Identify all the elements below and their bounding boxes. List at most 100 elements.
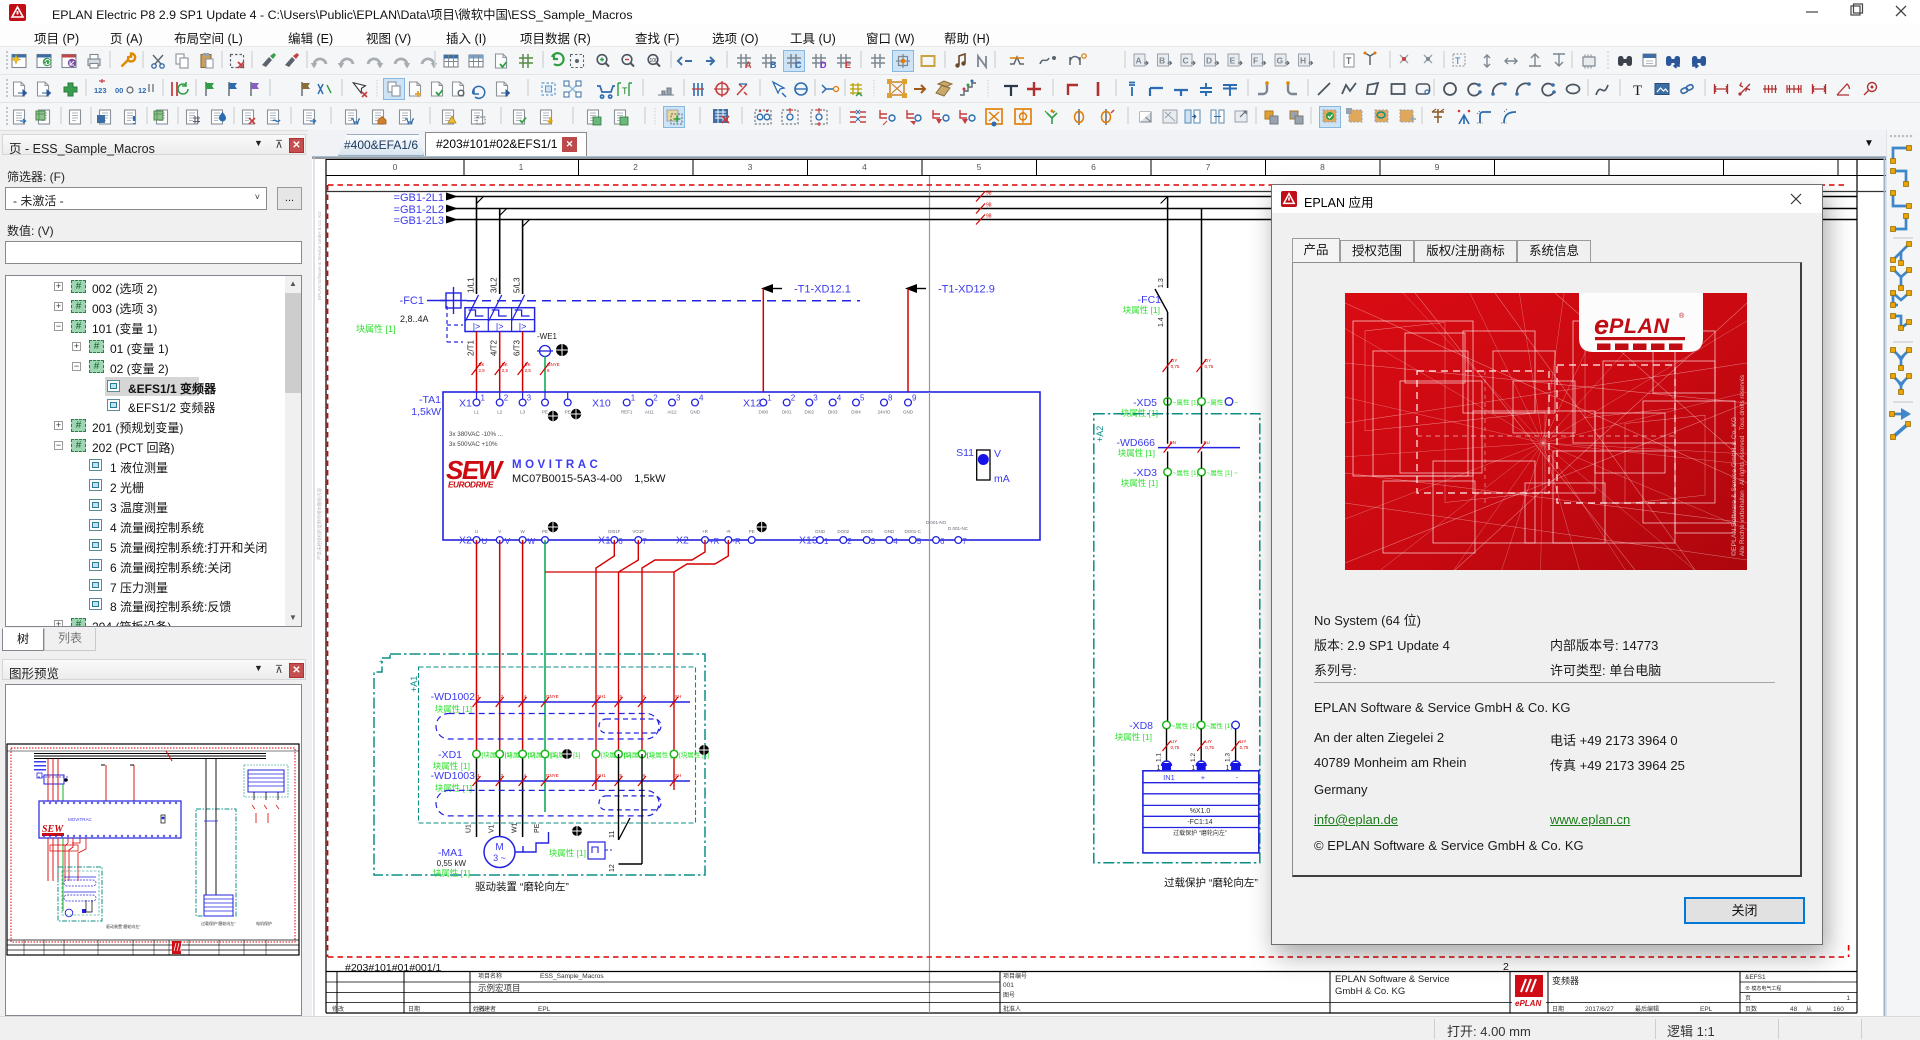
svg-text:24VIO: 24VIO	[878, 410, 891, 415]
svg-text:PE: PE	[749, 529, 755, 534]
svg-text:6: 6	[1091, 162, 1096, 172]
svg-text:+A2: +A2	[1095, 426, 1105, 442]
svg-text:项目编号: 项目编号	[1003, 972, 1027, 980]
svg-text:-R: -R	[726, 529, 731, 534]
svg-text:变频器: 变频器	[1552, 975, 1579, 986]
svg-text:S11: S11	[956, 447, 974, 459]
svg-text:C: C	[1183, 56, 1189, 66]
svg-text:0,75: 0,75	[1205, 745, 1214, 750]
svg-text:EPLAN Software & Service GmbH: EPLAN Software & Service GmbH & Co. KG	[317, 211, 322, 300]
svg-text:X12: X12	[743, 398, 762, 410]
svg-text:D 001-NC: D 001-NC	[948, 526, 969, 531]
svg-text:0,75: 0,75	[1240, 745, 1249, 750]
svg-text:示例宏项目: 示例宏项目	[478, 983, 521, 993]
svg-text:-FC1:14: -FC1:14	[1187, 819, 1212, 826]
svg-text:M: M	[495, 842, 503, 853]
svg-text:5/L3: 5/L3	[513, 277, 522, 293]
svg-text:-T1-XD12.1: -T1-XD12.1	[794, 284, 851, 296]
svg-text:2017/6/27: 2017/6/27	[1585, 1006, 1614, 1013]
svg-text:-XD1: -XD1	[438, 749, 462, 761]
svg-text:图号: 图号	[1003, 992, 1015, 999]
svg-text:块属性 [1]: 块属性 [1]	[435, 704, 472, 714]
svg-text:DO02: DO02	[837, 529, 849, 534]
svg-text:1.2: 1.2	[1190, 753, 1197, 762]
svg-text:3x 500VAC +10%: 3x 500VAC +10%	[449, 441, 498, 448]
svg-text:00: 00	[115, 86, 123, 95]
svg-text:0,75: 0,75	[1171, 745, 1180, 750]
svg-text:2,5: 2,5	[479, 368, 486, 373]
svg-text:6: 6	[940, 537, 945, 546]
svg-text:0,75: 0,75	[1205, 364, 1214, 369]
svg-text:5: 5	[860, 394, 865, 403]
svg-text:48: 48	[1790, 1006, 1798, 1013]
svg-text:A: A	[745, 60, 752, 70]
svg-text:SH1: SH1	[597, 773, 606, 778]
svg-text:块属性 [1]: 块属性 [1]	[1121, 478, 1158, 488]
svg-text:6: 6	[547, 368, 550, 373]
svg-text:1: 1	[767, 394, 772, 403]
svg-text:创建者: 创建者	[478, 1005, 496, 1013]
svg-text:V: V	[994, 448, 1001, 460]
svg-text:1: 1	[481, 394, 486, 403]
svg-text:U: U	[482, 537, 488, 546]
svg-text:EPL: EPL	[1700, 1006, 1713, 1013]
svg-text:5: 5	[977, 162, 982, 172]
svg-text:D: D	[1206, 56, 1212, 66]
svg-text:-R: -R	[732, 537, 741, 546]
svg-text:1.3: 1.3	[1158, 278, 1165, 288]
svg-text:VO1F: VO1F	[632, 529, 644, 534]
svg-text:页数: 页数	[1745, 1005, 1757, 1013]
svg-text:EURODRIVE: EURODRIVE	[448, 481, 494, 490]
svg-text:98: 98	[986, 191, 992, 197]
svg-text:%X1.0: %X1.0	[1190, 808, 1211, 815]
svg-text:0: 0	[393, 162, 398, 172]
svg-text:3 ~: 3 ~	[493, 853, 506, 863]
svg-text:GND: GND	[690, 410, 701, 415]
svg-text:®: ®	[1679, 312, 1685, 320]
svg-text:mA: mA	[994, 473, 1010, 485]
svg-text:MOVITRAC: MOVITRAC	[512, 459, 601, 471]
svg-text:160: 160	[1833, 1006, 1844, 1013]
svg-text:3/L2: 3/L2	[490, 277, 499, 293]
svg-text:3: 3	[748, 162, 753, 172]
svg-text:4: 4	[862, 162, 867, 172]
svg-text:1: 1	[631, 394, 636, 403]
svg-text:=GB1-2L1: =GB1-2L1	[394, 192, 444, 204]
svg-text:ESS_Sample_Macros: ESS_Sample_Macros	[540, 973, 604, 980]
svg-text:&EFS1: &EFS1	[1745, 974, 1766, 981]
svg-text:U: U	[475, 529, 478, 534]
svg-text:0,75: 0,75	[1171, 364, 1180, 369]
svg-text:+: +	[379, 659, 383, 666]
svg-text:7: 7	[962, 537, 967, 546]
svg-text:6/T3: 6/T3	[513, 339, 522, 356]
svg-text:A: A	[1136, 56, 1142, 66]
svg-text:PE: PE	[565, 410, 571, 415]
svg-text:IN1: IN1	[1163, 773, 1175, 782]
svg-text:-XD8: -XD8	[1129, 720, 1153, 732]
svg-text:PLAN: PLAN	[1609, 314, 1670, 338]
svg-text:11: 11	[609, 831, 616, 838]
svg-text:|>: |>	[496, 322, 504, 332]
svg-text:12: 12	[609, 864, 616, 872]
svg-text:7: 7	[1206, 162, 1211, 172]
svg-text:H: H	[1300, 56, 1306, 66]
svg-text:1.4: 1.4	[1158, 317, 1165, 327]
svg-text:=GB1-2L3: =GB1-2L3	[394, 215, 444, 227]
svg-text:8: 8	[1320, 162, 1325, 172]
svg-text:+R: +R	[702, 529, 709, 534]
svg-text:SH: SH	[675, 694, 681, 699]
svg-text:DI03: DI03	[828, 410, 838, 415]
svg-text:1.3: 1.3	[1225, 753, 1232, 762]
svg-text:批准人: 批准人	[1003, 1005, 1021, 1013]
svg-text:2: 2	[653, 394, 658, 403]
svg-text:GND: GND	[884, 529, 895, 534]
svg-text:过载保护 “磨轮向左”: 过载保护 “磨轮向左”	[1173, 829, 1227, 837]
svg-text:T: T	[622, 86, 628, 96]
svg-text:C: C	[795, 60, 802, 70]
svg-text:L3: L3	[520, 410, 526, 415]
svg-text:修改: 修改	[332, 1005, 344, 1013]
svg-text:3: 3	[871, 537, 876, 546]
svg-text:-TA1: -TA1	[419, 394, 441, 406]
svg-text:+R: +R	[709, 537, 720, 546]
svg-text:E: E	[845, 60, 851, 70]
